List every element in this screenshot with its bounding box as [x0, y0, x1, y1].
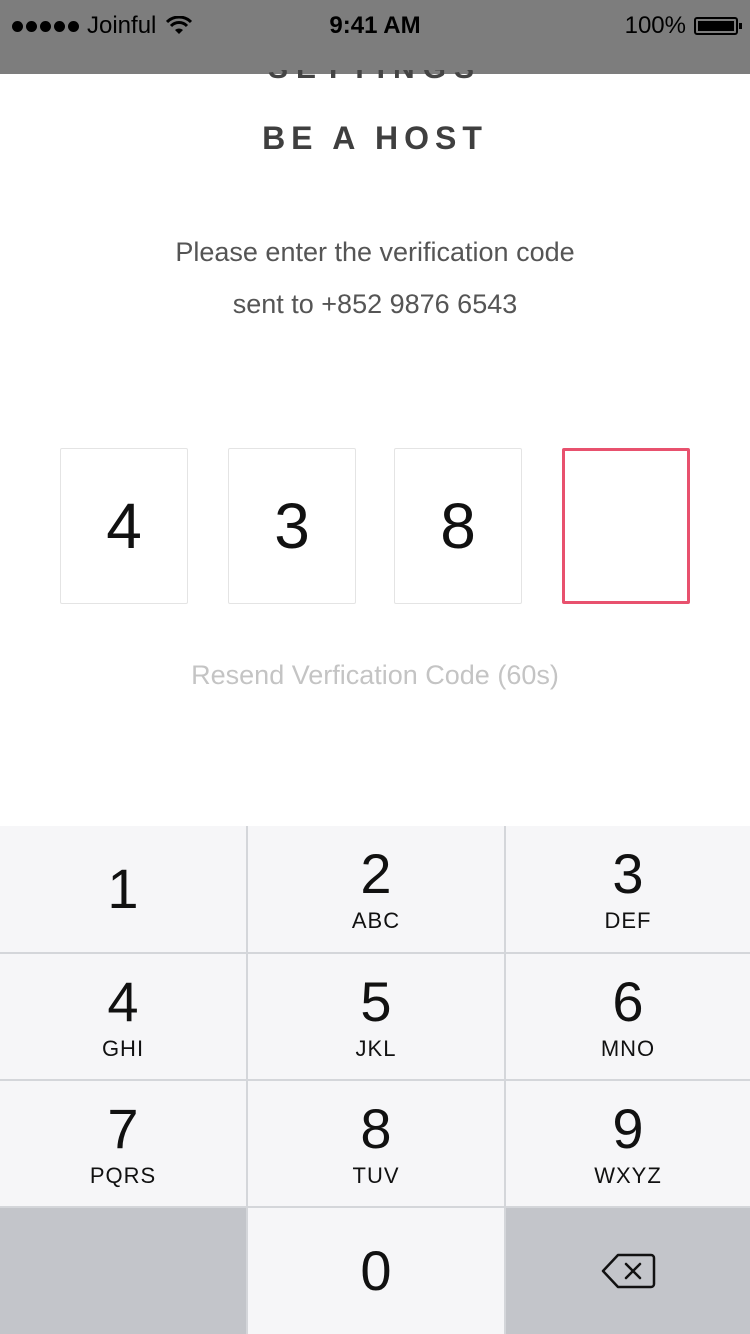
code-digit-3[interactable]: 8: [394, 448, 522, 604]
instructions: Please enter the verification code sent …: [0, 226, 750, 330]
key-4[interactable]: 4 GHI: [0, 954, 246, 1079]
instructions-line-2: sent to +852 9876 6543: [232, 289, 518, 319]
key-letters: JKL: [355, 1035, 397, 1061]
key-letters: ABC: [351, 908, 401, 933]
battery-icon: [694, 17, 742, 35]
code-digit-4[interactable]: [562, 448, 690, 604]
key-9[interactable]: 9 WXYZ: [506, 1081, 750, 1206]
key-number: 4: [107, 969, 139, 1033]
key-number: 7: [107, 1096, 139, 1160]
key-5[interactable]: 5 JKL: [248, 954, 504, 1079]
key-1[interactable]: 1: [0, 826, 246, 952]
key-number: 0: [360, 1239, 392, 1302]
key-6[interactable]: 6 MNO: [506, 954, 750, 1079]
status-bar: Joinful 9:41 AM 100%: [0, 0, 750, 74]
key-number: 3: [612, 842, 644, 905]
key-8[interactable]: 8 TUV: [248, 1081, 504, 1206]
key-letters: DEF: [604, 908, 652, 933]
key-letters: PQRS: [89, 1162, 157, 1188]
verification-code-input[interactable]: 4 3 8: [60, 448, 690, 604]
code-digit-1[interactable]: 4: [60, 448, 188, 604]
key-number: 9: [612, 1096, 644, 1160]
key-blank: [0, 1208, 246, 1334]
backspace-icon: [601, 1253, 656, 1289]
code-digit-2[interactable]: 3: [228, 448, 356, 604]
page-title: BE A HOST: [262, 120, 488, 156]
background-screen-title: SETTINGS: [0, 70, 750, 82]
key-letters: TUV: [352, 1162, 400, 1188]
key-number: 5: [360, 969, 392, 1033]
key-letters: MNO: [600, 1035, 656, 1061]
key-number: 1: [107, 857, 139, 920]
status-right: 100%: [624, 12, 742, 40]
key-letters: WXYZ: [594, 1162, 662, 1188]
key-number: 2: [360, 842, 392, 905]
key-letters: GHI: [101, 1035, 145, 1061]
key-number: 8: [360, 1096, 392, 1160]
battery-percent: 100%: [624, 12, 686, 39]
key-7[interactable]: 7 PQRS: [0, 1081, 246, 1206]
key-number: 6: [612, 969, 644, 1033]
instructions-line-1: Please enter the verification code: [175, 237, 575, 267]
numeric-keypad: 1 2 ABC 3 DEF 4 GHI 5 JKL 6 MNO 7 PQRS 8…: [0, 826, 750, 1334]
delete-key[interactable]: [506, 1208, 750, 1334]
resend-code-link[interactable]: Resend Verfication Code (60s): [0, 660, 750, 691]
key-3[interactable]: 3 DEF: [506, 826, 750, 952]
key-2[interactable]: 2 ABC: [248, 826, 504, 952]
key-0[interactable]: 0: [248, 1208, 504, 1334]
